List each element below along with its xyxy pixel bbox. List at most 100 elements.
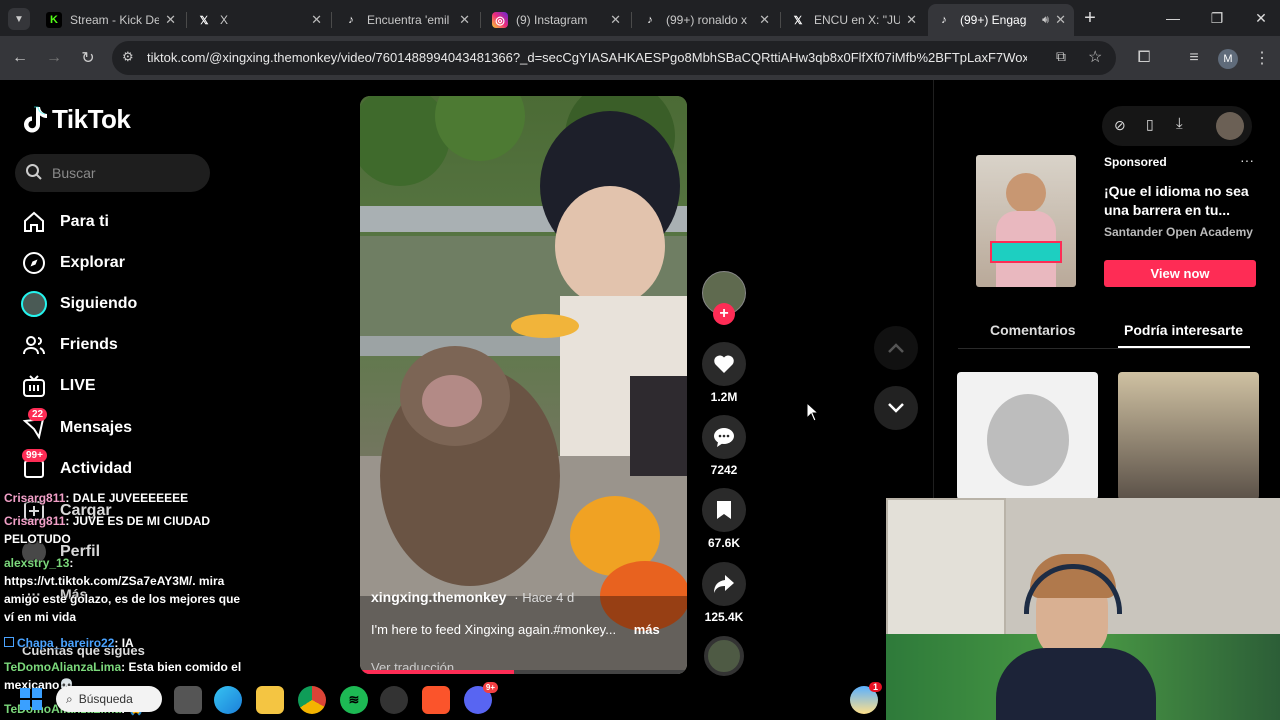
- video-author[interactable]: xingxing.themonkey · Hace 4 d: [371, 589, 574, 605]
- chat-message: Crisarg811: DALE JUVEEEEEEE: [4, 489, 244, 507]
- window-close-button[interactable]: ✕: [1238, 0, 1280, 36]
- close-icon[interactable]: ✕: [906, 12, 917, 28]
- browser-tab[interactable]: 𝕏 ENCU en X: "JUE ✕: [782, 4, 925, 36]
- minimize-button[interactable]: —: [1150, 0, 1196, 36]
- device-icon[interactable]: ▯: [1146, 116, 1154, 133]
- messages-badge: 22: [28, 408, 48, 421]
- sound-avatar[interactable]: [702, 636, 746, 676]
- forward-button[interactable]: →: [40, 44, 68, 72]
- browser-tab[interactable]: K Stream - Kick De ✕: [38, 4, 184, 36]
- brave-icon[interactable]: [422, 686, 450, 714]
- media-control-icon[interactable]: ≡: [1180, 44, 1208, 72]
- notification-badge: 1: [868, 682, 882, 692]
- user-avatar[interactable]: [1216, 112, 1244, 140]
- reload-button[interactable]: ↻: [74, 44, 102, 72]
- tab-title: (9) Instagram: [516, 13, 588, 27]
- author-name[interactable]: xingxing.themonkey: [371, 589, 506, 605]
- tab-podria-interesarte[interactable]: Podría interesarte: [1124, 322, 1243, 338]
- close-icon[interactable]: ✕: [165, 12, 176, 28]
- kick-icon: K: [46, 12, 62, 28]
- discord-icon[interactable]: 9+: [464, 682, 498, 714]
- video-player[interactable]: xingxing.themonkey · Hace 4 d I'm here t…: [360, 96, 687, 674]
- file-explorer-icon[interactable]: [256, 686, 284, 714]
- caption-more-button[interactable]: más: [634, 622, 660, 637]
- tab-search-button[interactable]: ▼: [8, 8, 30, 30]
- search-box[interactable]: Buscar: [15, 154, 210, 192]
- share-count: 125.4K: [704, 610, 744, 624]
- download-icon[interactable]: ⤓: [1176, 115, 1183, 132]
- windows-start-icon[interactable]: [20, 688, 42, 710]
- sidebar-item-label: Friends: [60, 336, 118, 353]
- ad-thumbnail[interactable]: [976, 155, 1076, 287]
- search-input[interactable]: Buscar: [52, 165, 96, 181]
- browser-tab[interactable]: 𝕏 X ✕: [188, 4, 330, 36]
- back-button[interactable]: ←: [6, 44, 34, 72]
- tab-divider: [186, 12, 187, 28]
- task-view-icon[interactable]: [174, 686, 202, 714]
- video-progress-bar[interactable]: [360, 670, 687, 674]
- video-frame-image: [360, 96, 687, 674]
- chat-text: : DALE JUVEEEEEEE: [65, 491, 189, 505]
- sidebar-item-friends[interactable]: Friends: [20, 331, 118, 359]
- sidebar-item-explorar[interactable]: Explorar: [20, 249, 125, 277]
- speaker-icon[interactable]: 🔊︎: [1042, 14, 1049, 27]
- site-info-icon[interactable]: ⚙: [122, 49, 134, 65]
- ad-more-icon[interactable]: ···: [1240, 152, 1254, 168]
- ad-cta-button[interactable]: View now: [1104, 260, 1256, 287]
- tab-divider: [480, 12, 481, 28]
- browser-tab[interactable]: ♪ Encuentra 'emil ✕: [335, 4, 478, 36]
- browser-tab[interactable]: ♪ (99+) ronaldo x ✕: [634, 4, 778, 36]
- tab-comentarios[interactable]: Comentarios: [990, 322, 1076, 338]
- comment-icon[interactable]: [702, 415, 746, 459]
- like-count: 1.2M: [710, 390, 738, 404]
- bookmark-star-icon[interactable]: ☆: [1088, 47, 1102, 67]
- sidebar-item-actividad[interactable]: 99+ Actividad: [20, 449, 132, 483]
- comment-button[interactable]: 7242: [702, 415, 746, 477]
- next-video-button[interactable]: [874, 386, 918, 430]
- menu-kebab-icon[interactable]: ⋮: [1248, 44, 1276, 72]
- obs-icon[interactable]: [380, 686, 408, 714]
- author-avatar-follow[interactable]: +: [702, 271, 746, 325]
- browser-tab[interactable]: ◎ (9) Instagram ✕: [484, 4, 629, 36]
- close-icon[interactable]: ✕: [610, 12, 621, 28]
- heart-icon[interactable]: [702, 342, 746, 386]
- share-arrow-icon[interactable]: [702, 562, 746, 606]
- sidebar-item-para-ti[interactable]: Para ti: [20, 208, 109, 236]
- related-video-thumb[interactable]: [957, 372, 1098, 500]
- close-icon[interactable]: ✕: [1055, 12, 1066, 28]
- close-icon[interactable]: ✕: [311, 12, 322, 28]
- close-icon[interactable]: ✕: [459, 12, 470, 28]
- weather-icon[interactable]: 1: [850, 682, 882, 714]
- compass-icon: [20, 249, 48, 277]
- coins-icon[interactable]: ⊘: [1114, 117, 1126, 134]
- share-button[interactable]: 125.4K: [702, 562, 746, 624]
- install-app-icon[interactable]: ⧉: [1056, 48, 1066, 65]
- address-bar[interactable]: ⚙ tiktok.com/@xingxing.themonkey/video/7…: [112, 41, 1116, 75]
- new-tab-button[interactable]: +: [1080, 6, 1100, 30]
- save-button[interactable]: 67.6K: [702, 488, 746, 550]
- tiktok-logo[interactable]: TikTok: [22, 104, 131, 135]
- edge-icon[interactable]: [214, 686, 242, 714]
- like-button[interactable]: 1.2M: [702, 342, 746, 404]
- extensions-icon[interactable]: ⧠: [1130, 44, 1158, 72]
- close-icon[interactable]: ✕: [759, 12, 770, 28]
- related-video-thumb[interactable]: [1118, 372, 1259, 500]
- maximize-button[interactable]: ❐: [1194, 0, 1240, 36]
- browser-tab-active[interactable]: ♪ (99+) Engag 🔊︎ ✕: [928, 4, 1074, 36]
- discord-badge: 9+: [482, 682, 498, 693]
- sidebar-item-label: Mensajes: [60, 419, 133, 436]
- sidebar-item-mensajes[interactable]: 22 Mensajes: [20, 408, 133, 442]
- previous-video-button[interactable]: [874, 326, 918, 370]
- bookmark-icon[interactable]: [702, 488, 746, 532]
- sidebar-item-live[interactable]: LIVE: [20, 372, 96, 400]
- taskbar-search[interactable]: ⌕ Búsqueda: [56, 686, 162, 712]
- sidebar-item-siguiendo[interactable]: Siguiendo: [20, 290, 137, 318]
- ad-title[interactable]: ¡Que el idioma no sea una barrera en tu.…: [1104, 182, 1254, 220]
- profile-avatar[interactable]: M: [1218, 49, 1238, 69]
- follow-plus-icon[interactable]: +: [713, 303, 735, 325]
- live-icon: [20, 372, 48, 400]
- spotify-icon[interactable]: ≋: [340, 686, 368, 714]
- chrome-icon[interactable]: [298, 686, 326, 714]
- activity-badge: 99+: [22, 449, 47, 462]
- music-disc-icon[interactable]: [704, 636, 744, 676]
